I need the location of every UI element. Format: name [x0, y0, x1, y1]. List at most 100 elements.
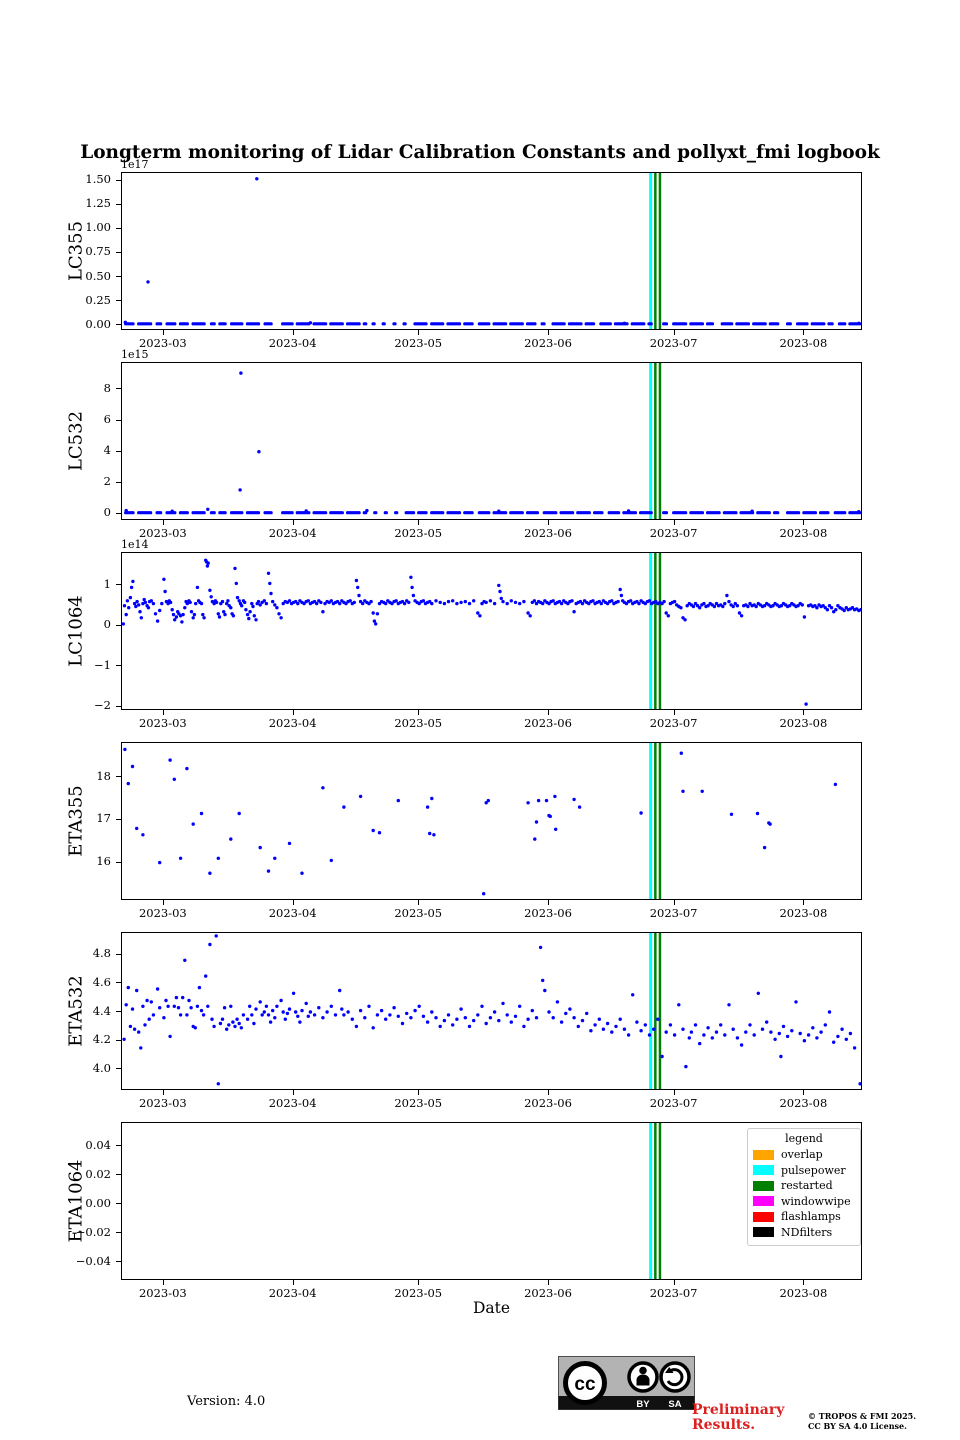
data-point [288, 1007, 291, 1010]
data-point [257, 600, 260, 603]
baseline-segment [313, 511, 328, 514]
x-tick-mark [293, 710, 294, 715]
x-tick-mark [418, 520, 419, 525]
data-point [451, 599, 454, 602]
data-point [246, 613, 249, 616]
data-point [236, 596, 239, 599]
y-tick-mark [116, 1261, 121, 1262]
data-point [506, 602, 509, 605]
event-lines [649, 363, 661, 519]
x-tick-mark [548, 520, 549, 525]
data-point [489, 599, 492, 602]
baseline-segment [819, 511, 830, 514]
x-tick-mark [163, 710, 164, 715]
data-point [688, 1036, 691, 1039]
data-point [430, 797, 433, 800]
data-point [202, 1013, 205, 1016]
data-point [545, 799, 548, 802]
data-point [232, 614, 235, 617]
data-point [790, 1029, 793, 1032]
data-point [194, 602, 197, 605]
data-point [206, 1005, 209, 1008]
x-tick-label: 2023-08 [768, 1286, 838, 1300]
data-point [730, 813, 733, 816]
baseline-segment [156, 322, 163, 325]
y-tick-label: 18 [59, 769, 111, 783]
data-point [275, 606, 278, 609]
x-tick-label: 2023-08 [768, 336, 838, 350]
subplot-LC1064 [121, 552, 862, 710]
y-tick-mark [116, 584, 121, 585]
baseline-segment [662, 322, 668, 325]
data-point [122, 1038, 125, 1041]
data-point [443, 602, 446, 605]
x-tick-label: 2023-07 [639, 716, 709, 730]
data-point [242, 1013, 245, 1016]
data-point [665, 611, 668, 614]
subplot-canvas-LC1064 [122, 553, 861, 709]
data-point [857, 322, 860, 325]
data-point [190, 610, 193, 613]
data-point [244, 608, 247, 611]
data-point [248, 610, 251, 613]
data-point [468, 602, 471, 605]
data-point [127, 782, 130, 785]
event-line-restarted [654, 553, 657, 709]
baseline-segment [773, 511, 779, 514]
data-point [556, 1000, 559, 1003]
data-point [189, 601, 192, 604]
data-point [175, 996, 178, 999]
legend-patch-overlap [753, 1150, 774, 1160]
data-point [482, 892, 485, 895]
data-point [564, 1012, 567, 1015]
data-point [158, 609, 161, 612]
event-line-restarted [654, 173, 657, 329]
data-point [321, 610, 324, 613]
data-point [539, 946, 542, 949]
event-line-restarted [654, 933, 657, 1089]
data-point [229, 837, 232, 840]
data-point [459, 601, 462, 604]
event-line-restarted [659, 1123, 662, 1279]
y-tick-label: 0.00 [59, 317, 111, 331]
legend-label: pulsepower [781, 1164, 846, 1177]
data-point [267, 572, 270, 575]
x-tick-mark [548, 900, 549, 905]
baseline-segment [599, 322, 612, 325]
data-point [819, 1030, 822, 1033]
data-point [133, 1028, 136, 1031]
data-point [750, 510, 753, 513]
data-point [572, 610, 575, 613]
baseline-segment [608, 511, 621, 514]
event-line-restarted [654, 743, 657, 899]
y-tick-label: 4.0 [59, 1061, 111, 1075]
data-point [711, 1036, 714, 1039]
event-line-restarted [659, 173, 662, 329]
data-point [549, 815, 552, 818]
data-point [522, 600, 525, 603]
data-point [378, 831, 381, 834]
x-tick-label: 2023-05 [383, 526, 453, 540]
legend-title: legend [753, 1132, 855, 1145]
data-point [372, 1026, 375, 1029]
data-point [173, 1005, 176, 1008]
data-point [497, 510, 500, 513]
data-point [794, 1000, 797, 1003]
baseline-segment [373, 511, 377, 514]
data-point [736, 1036, 739, 1039]
data-point [158, 1006, 161, 1009]
data-point [610, 599, 613, 602]
data-point [268, 582, 271, 585]
baseline-segment [382, 322, 386, 325]
data-point [845, 1038, 848, 1041]
data-point [179, 1013, 182, 1016]
baseline-segment [218, 322, 226, 325]
data-point [677, 1003, 680, 1006]
baseline-segment [166, 322, 177, 325]
data-point [215, 934, 218, 937]
x-tick-label: 2023-06 [513, 1096, 583, 1110]
data-point [363, 1016, 366, 1019]
axis-offset-label: 1e17 [121, 158, 149, 171]
data-point [409, 576, 412, 579]
data-point [355, 579, 358, 582]
